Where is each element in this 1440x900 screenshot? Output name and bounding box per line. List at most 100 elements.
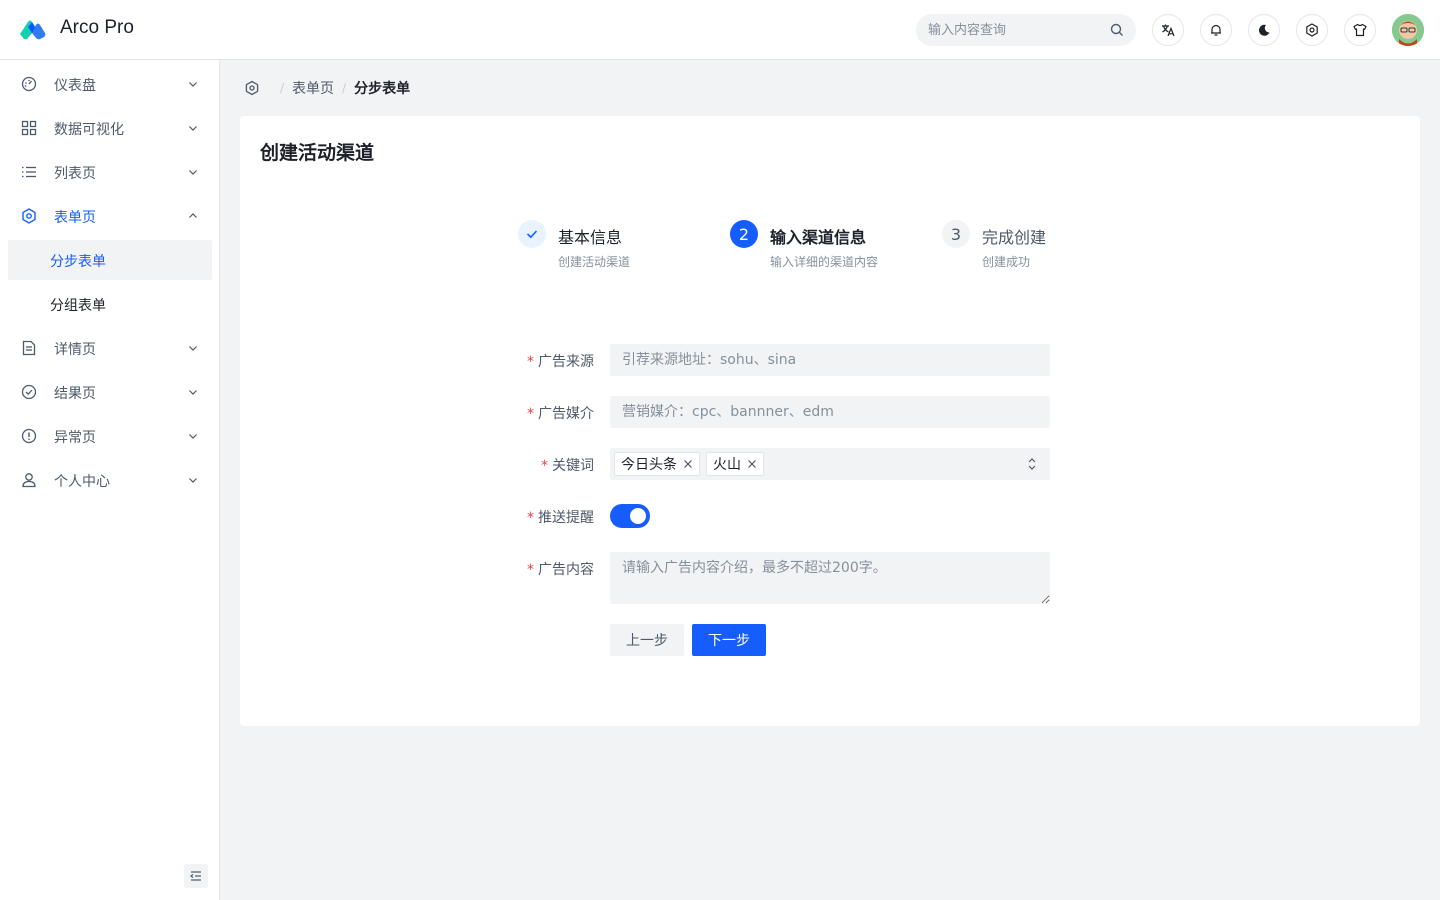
chevron-down-icon	[189, 346, 197, 351]
gear-icon	[1306, 23, 1318, 37]
chevron-down-icon	[189, 434, 197, 439]
step-description: 输入详细的渠道内容	[770, 255, 879, 269]
sidebar-item-label: 表单页	[54, 210, 96, 226]
ad-media-input[interactable]	[610, 396, 1050, 428]
form-item-keywords: * 关键词 今日头条 火山	[520, 448, 1050, 480]
settings-icon	[22, 208, 36, 224]
chevron-down-icon	[189, 126, 197, 131]
breadcrumb-separator: /	[342, 81, 347, 95]
form-item-ad-content: * 广告内容	[520, 552, 1050, 604]
form-label: * 广告来源	[527, 351, 594, 371]
breadcrumb-item[interactable]: 表单页	[292, 78, 334, 98]
step-description: 创建成功	[982, 255, 1031, 269]
keyword-tag: 今日头条	[614, 452, 700, 476]
top-navbar: Arco Pro	[0, 0, 1440, 60]
form-item-push-reminder: * 推送提醒	[520, 504, 1050, 528]
close-icon[interactable]	[747, 459, 757, 469]
sidebar-item-visualization[interactable]: 数据可视化	[8, 108, 212, 148]
grid-icon	[21, 120, 37, 136]
sidebar-subitem-label: 分组表单	[50, 298, 106, 314]
chevron-up-icon	[189, 213, 197, 218]
sidebar-item-form[interactable]: 表单页	[8, 196, 212, 236]
push-reminder-switch[interactable]	[610, 504, 650, 528]
step-indicator	[518, 220, 546, 248]
select-arrows-icon	[1028, 458, 1036, 470]
translate-icon	[1162, 24, 1175, 37]
settings-icon[interactable]	[244, 80, 260, 96]
search-icon[interactable]	[1109, 22, 1125, 38]
sidebar-subitem-label: 分步表单	[50, 254, 106, 270]
keyword-tag: 火山	[706, 452, 764, 476]
tshirt-icon	[1353, 23, 1367, 37]
form-label: * 推送提醒	[527, 507, 594, 527]
sidebar-subitem-step-form[interactable]: 分步表单	[8, 240, 212, 280]
form-label-text: 广告内容	[538, 562, 594, 578]
form-label: * 关键词	[541, 455, 594, 475]
required-mark: *	[527, 562, 534, 578]
sidebar-item-exception[interactable]: 异常页	[8, 416, 212, 456]
step-title: 输入渠道信息	[770, 228, 867, 247]
avatar-face-icon	[1392, 14, 1424, 46]
search-input[interactable]	[916, 14, 1136, 46]
close-icon[interactable]	[683, 459, 693, 469]
sidebar-item-detail[interactable]: 详情页	[8, 328, 212, 368]
user-icon	[22, 473, 36, 488]
breadcrumb-separator: /	[280, 81, 285, 95]
chevron-down-icon	[189, 390, 197, 395]
form-card: 创建活动渠道 基本信息 创建活动渠道 2 输入渠道信息 输入详细的渠道内容 3 …	[240, 116, 1420, 726]
page-title: 创建活动渠道	[260, 142, 375, 164]
skin-button[interactable]	[1344, 14, 1376, 46]
required-mark: *	[527, 406, 534, 422]
keyword-tag-label: 火山	[713, 457, 741, 473]
breadcrumb: / 表单页 / 分步表单	[244, 78, 410, 98]
prev-step-button[interactable]: 上一步	[610, 624, 684, 656]
chevron-down-icon	[189, 170, 197, 175]
sidebar-item-list[interactable]: 列表页	[8, 152, 212, 192]
next-step-button[interactable]: 下一步	[692, 624, 766, 656]
form-label: * 广告媒介	[527, 403, 594, 423]
dashboard-icon	[21, 76, 37, 92]
required-mark: *	[527, 510, 534, 526]
sidebar-item-user-center[interactable]: 个人中心	[8, 460, 212, 500]
sidebar-subitem-group-form[interactable]: 分组表单	[8, 284, 212, 324]
settings-button[interactable]	[1296, 14, 1328, 46]
exclamation-circle-icon	[21, 428, 37, 444]
user-avatar[interactable]	[1392, 14, 1424, 46]
chevron-down-icon	[189, 82, 197, 87]
ad-content-textarea[interactable]	[610, 552, 1050, 604]
theme-toggle-button[interactable]	[1248, 14, 1280, 46]
language-button[interactable]	[1152, 14, 1184, 46]
moon-icon	[1258, 24, 1270, 36]
sidebar-item-label: 结果页	[54, 386, 96, 402]
chevron-down-icon	[189, 478, 197, 483]
sidebar-item-result[interactable]: 结果页	[8, 372, 212, 412]
sidebar-item-label: 数据可视化	[54, 122, 124, 138]
breadcrumb-current: 分步表单	[354, 81, 411, 97]
form-label-text: 广告媒介	[538, 406, 594, 422]
required-mark: *	[541, 458, 548, 474]
form-label-text: 广告来源	[538, 354, 594, 370]
check-icon	[526, 230, 538, 239]
menu-fold-icon	[190, 871, 201, 881]
switch-knob	[630, 508, 646, 524]
notification-button[interactable]	[1200, 14, 1232, 46]
step-indicator: 3	[942, 220, 970, 248]
form-label-text: 推送提醒	[538, 510, 594, 526]
collapse-sidebar-button[interactable]	[184, 864, 208, 888]
ad-source-input[interactable]	[610, 344, 1050, 376]
form-item-ad-source: * 广告来源	[520, 344, 1050, 376]
form-label-text: 关键词	[552, 458, 594, 474]
keyword-tag-label: 今日头条	[621, 457, 677, 473]
sidebar-item-dashboard[interactable]: 仪表盘	[8, 64, 212, 104]
sidebar-item-label: 个人中心	[54, 474, 110, 490]
sidebar-item-label: 列表页	[54, 166, 96, 182]
required-mark: *	[527, 354, 534, 370]
sidebar-item-label: 详情页	[54, 342, 96, 358]
step-title: 基本信息	[558, 228, 623, 247]
file-icon	[22, 340, 36, 356]
sidebar-item-label: 异常页	[54, 430, 96, 446]
step-title: 完成创建	[982, 228, 1047, 247]
keywords-select[interactable]: 今日头条 火山	[610, 448, 1050, 480]
form-label: * 广告内容	[527, 559, 594, 579]
sidebar-item-label: 仪表盘	[54, 78, 96, 94]
